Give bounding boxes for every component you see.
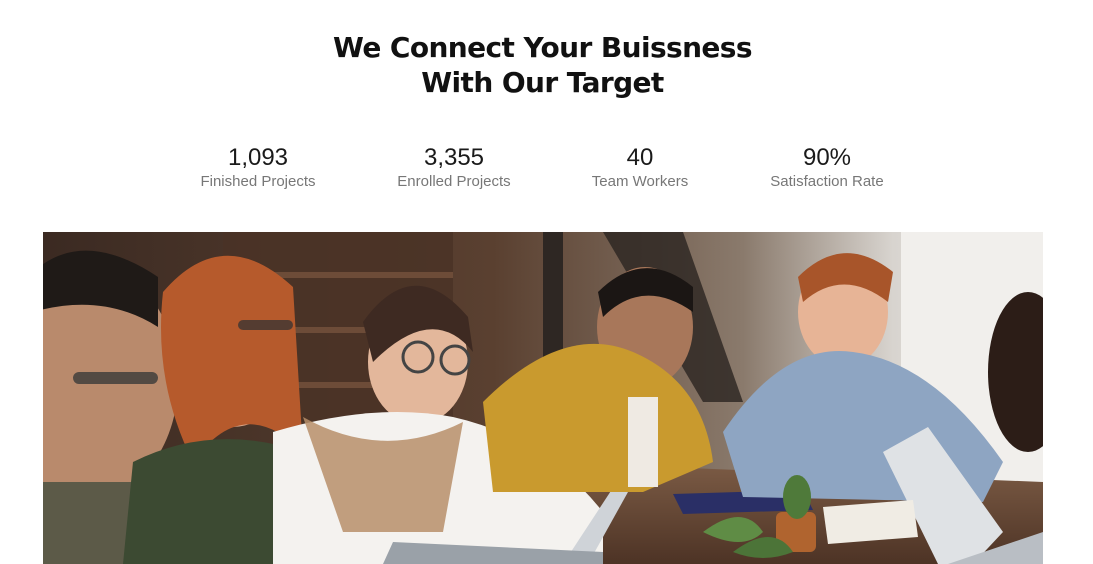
stat-value: 3,355 (423, 144, 485, 171)
stat-label: Team Workers (591, 173, 689, 190)
stat-enrolled-projects: 3,355 Enrolled Projects (364, 144, 544, 192)
stat-label: Satisfaction Rate (770, 173, 884, 190)
stat-value: 1,093 (227, 144, 289, 171)
stat-satisfaction-rate: 90% Satisfaction Rate (737, 144, 917, 192)
section-heading: We Connect Your Buissness With Our Targe… (0, 30, 1085, 100)
stat-label: Enrolled Projects (397, 173, 511, 190)
stat-value: 40 (626, 144, 654, 171)
heading-line-2: With Our Target (421, 66, 664, 99)
page: We Connect Your Buissness With Our Targe… (0, 0, 1093, 564)
stat-label: Finished Projects (200, 173, 316, 190)
stat-team-workers: 40 Team Workers (550, 144, 730, 192)
stat-value: 90% (802, 144, 852, 171)
heading-line-1: We Connect Your Buissness (333, 31, 753, 64)
team-photo-illustration (43, 232, 1043, 564)
stat-finished-projects: 1,093 Finished Projects (168, 144, 348, 192)
stats-row: 1,093 Finished Projects 3,355 Enrolled P… (0, 144, 1093, 204)
team-photo (43, 232, 1043, 564)
